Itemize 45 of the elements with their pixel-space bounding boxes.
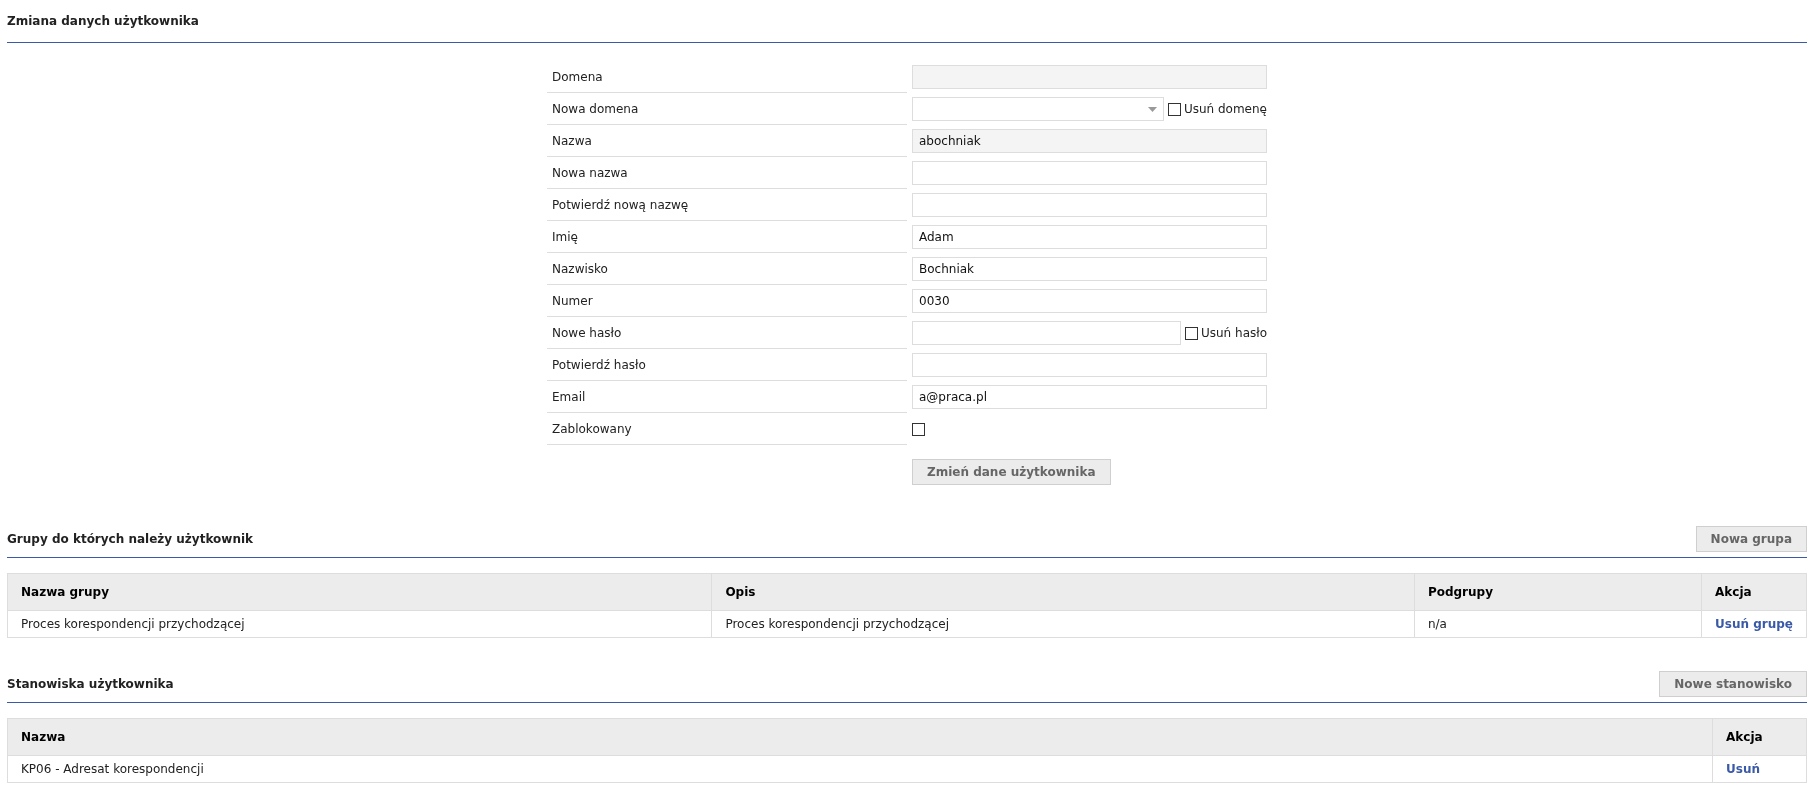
column-header: Nazwa grupy [7, 573, 712, 611]
field-label: Domena [547, 61, 907, 93]
field-label: Nazwisko [547, 253, 907, 285]
field-label: Numer [547, 285, 907, 317]
input-field[interactable] [912, 353, 1267, 377]
section-title: Grupy do których należy użytkownik [7, 532, 254, 546]
input-field[interactable] [912, 321, 1181, 345]
input-field[interactable]: a@praca.pl [912, 385, 1267, 409]
table-cell: Proces korespondencji przychodzącej [711, 610, 1415, 638]
field-label: Nowa nazwa [547, 157, 907, 189]
checkbox[interactable] [1167, 102, 1181, 116]
field-label: Zablokowany [547, 413, 907, 445]
checkbox-label: Usuń hasło [1200, 326, 1267, 340]
input-field[interactable]: Adam [912, 225, 1267, 249]
section-title: Zmiana danych użytkownika [7, 14, 199, 28]
column-header: Akcja [1712, 718, 1807, 756]
input-field[interactable]: 0030 [912, 289, 1267, 313]
caret-icon [1147, 106, 1157, 112]
readonly-field: abochniak [912, 129, 1267, 153]
field-label: Potwierdź hasło [547, 349, 907, 381]
section-title: Stanowiska użytkownika [7, 677, 174, 691]
field-label: Imię [547, 221, 907, 253]
remove-link[interactable]: Usuń [1726, 762, 1760, 776]
new-position-button[interactable]: Nowe stanowisko [1659, 671, 1807, 697]
column-header: Opis [711, 573, 1415, 611]
table-cell: n/a [1414, 610, 1702, 638]
select-field[interactable] [912, 97, 1164, 121]
checkbox-label: Usuń domenę [1183, 102, 1267, 116]
table-cell: Proces korespondencji przychodzącej [7, 610, 712, 638]
column-header: Nazwa [7, 718, 1713, 756]
field-label: Email [547, 381, 907, 413]
new-group-button[interactable]: Nowa grupa [1695, 526, 1807, 552]
field-label: Nowe hasło [547, 317, 907, 349]
column-header: Akcja [1701, 573, 1807, 611]
input-field[interactable] [912, 193, 1267, 217]
field-label: Potwierdź nową nazwę [547, 189, 907, 221]
input-field[interactable]: Bochniak [912, 257, 1267, 281]
field-label: Nowa domena [547, 93, 907, 125]
checkbox[interactable] [1184, 326, 1198, 340]
submit-button[interactable]: Zmień dane użytkownika [912, 459, 1111, 485]
input-field[interactable] [912, 161, 1267, 185]
table-cell: KP06 - Adresat korespondencji [7, 755, 1713, 783]
checkbox[interactable] [912, 422, 925, 436]
field-label: Nazwa [547, 125, 907, 157]
column-header: Podgrupy [1414, 573, 1702, 611]
